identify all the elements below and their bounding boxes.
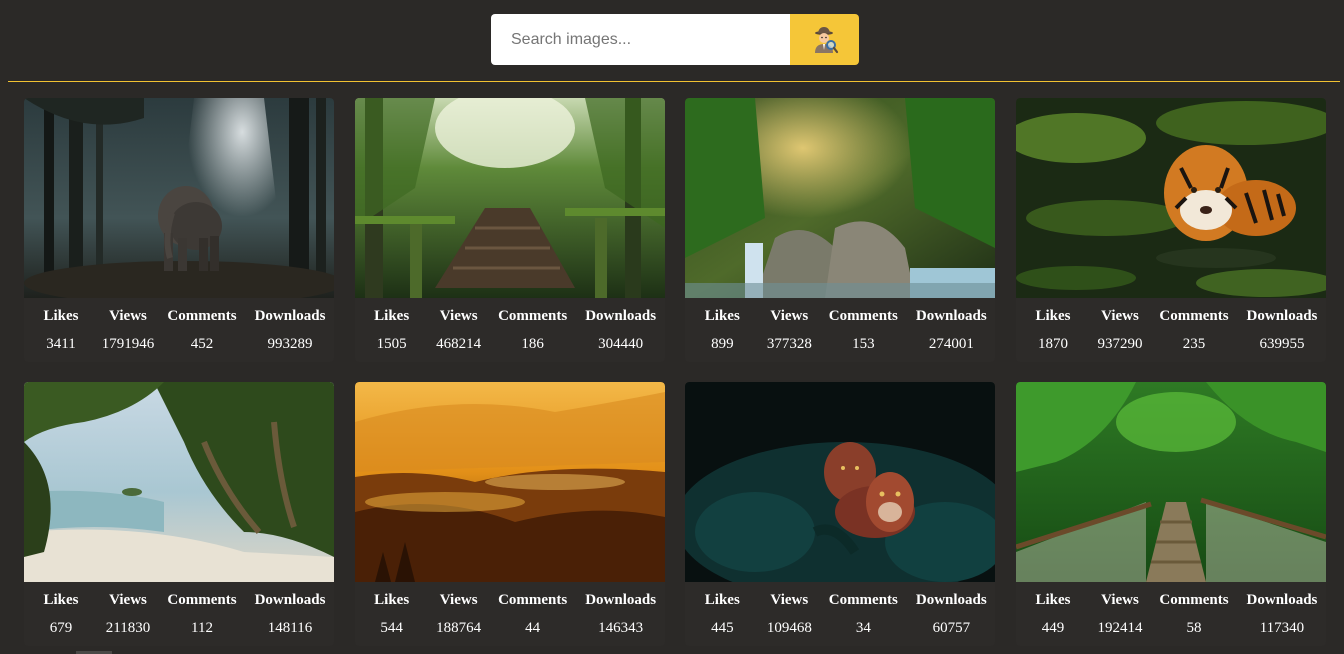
views-count: 937290 xyxy=(1097,336,1143,352)
views-label: Views xyxy=(109,592,147,608)
comments-label: Comments xyxy=(828,592,898,608)
comments-count: 235 xyxy=(1182,336,1206,352)
image-stats: Likes 449 Views 192414 Comments 58 Download… xyxy=(1016,582,1326,638)
likes-count: 899 xyxy=(711,336,734,352)
likes-count: 679 xyxy=(49,620,73,636)
image-stats: Likes 1505 Views 468214 Comments 186 Downlo… xyxy=(355,298,665,354)
comments-label: Comments xyxy=(167,592,237,608)
downloads-count: 639955 xyxy=(1259,336,1305,352)
comments-count: 44 xyxy=(525,620,541,636)
downloads-count: 274001 xyxy=(928,336,974,352)
image-card[interactable]: Likes 445 Views 109468 Comments 34 Download… xyxy=(685,382,996,646)
downloads-count: 60757 xyxy=(932,620,971,636)
downloads-label: Downloads xyxy=(254,308,326,324)
tiger-photo[interactable] xyxy=(1015,98,1326,298)
header xyxy=(8,0,1340,82)
likes-label: Likes xyxy=(1035,308,1071,324)
lionesses-photo[interactable] xyxy=(685,382,996,582)
likes-count: 449 xyxy=(1041,620,1065,636)
image-card[interactable]: Likes 899 Views 377328 Comments 153 Downloa… xyxy=(685,98,996,362)
downloads-label: Downloads xyxy=(915,308,987,324)
views-label: Views xyxy=(439,592,478,608)
image-stats: Likes 544 Views 188764 Comments 44 Download… xyxy=(355,582,665,638)
likes-label: Likes xyxy=(374,592,410,608)
comments-label: Comments xyxy=(1159,592,1229,608)
image-gallery: Likes 3411 Views 1791946 Comments 452 Downl… xyxy=(24,98,1326,646)
image-card[interactable]: Likes 679 Views 211830 Comments 112 Downloa… xyxy=(24,382,334,646)
downloads-label: Downloads xyxy=(1246,308,1318,324)
comments-count: 186 xyxy=(521,336,544,352)
downloads-count: 146343 xyxy=(598,620,644,636)
image-card[interactable]: Likes 3411 Views 1791946 Comments 452 Downl… xyxy=(24,98,334,362)
views-label: Views xyxy=(109,308,147,324)
downloads-label: Downloads xyxy=(585,308,657,324)
detective-search-icon xyxy=(814,26,838,53)
downloads-label: Downloads xyxy=(585,592,657,608)
likes-label: Likes xyxy=(704,308,740,324)
views-count: 377328 xyxy=(766,336,812,352)
views-label: Views xyxy=(439,308,478,324)
elephant-photo[interactable] xyxy=(24,98,334,298)
views-count: 1791946 xyxy=(101,336,155,352)
downloads-count: 304440 xyxy=(598,336,644,352)
comments-label: Comments xyxy=(828,308,898,324)
likes-label: Likes xyxy=(704,592,740,608)
image-stats: Likes 679 Views 211830 Comments 112 Downloa… xyxy=(24,582,334,638)
comments-label: Comments xyxy=(167,308,237,324)
views-count: 211830 xyxy=(105,620,151,636)
search-input[interactable] xyxy=(491,14,790,65)
likes-count: 1870 xyxy=(1037,336,1068,352)
search-button[interactable] xyxy=(790,14,859,65)
views-count: 109468 xyxy=(766,620,812,636)
comments-count: 34 xyxy=(855,620,871,636)
image-stats: Likes 445 Views 109468 Comments 34 Download… xyxy=(685,582,995,638)
golden-forest-photo[interactable] xyxy=(354,382,665,582)
views-count: 468214 xyxy=(436,336,482,352)
downloads-count: 148116 xyxy=(267,620,313,636)
comments-count: 153 xyxy=(852,336,875,352)
downloads-label: Downloads xyxy=(915,592,987,608)
downloads-label: Downloads xyxy=(1246,592,1318,608)
waterfall-photo[interactable] xyxy=(685,98,996,298)
forest-path-photo[interactable] xyxy=(354,98,665,298)
likes-count: 3411 xyxy=(46,336,76,352)
comments-label: Comments xyxy=(498,592,568,608)
likes-label: Likes xyxy=(43,592,79,608)
likes-count: 544 xyxy=(380,620,403,636)
comments-label: Comments xyxy=(498,308,568,324)
downloads-count: 993289 xyxy=(267,336,313,352)
image-stats: Likes 899 Views 377328 Comments 153 Downloa… xyxy=(685,298,995,354)
comments-count: 452 xyxy=(190,336,214,352)
views-label: Views xyxy=(770,592,809,608)
image-stats: Likes 1870 Views 937290 Comments 235 Downlo… xyxy=(1016,298,1326,354)
image-card[interactable]: Likes 1505 Views 468214 Comments 186 Downlo… xyxy=(354,98,665,362)
image-card[interactable]: Likes 1870 Views 937290 Comments 235 Downlo… xyxy=(1015,98,1326,362)
image-card[interactable]: Likes 544 Views 188764 Comments 44 Download… xyxy=(354,382,665,646)
views-count: 188764 xyxy=(436,620,482,636)
comments-count: 58 xyxy=(1186,620,1202,636)
search-form xyxy=(491,14,859,65)
views-label: Views xyxy=(1101,308,1139,324)
views-count: 192414 xyxy=(1097,620,1143,636)
comments-label: Comments xyxy=(1159,308,1229,324)
beach-photo[interactable] xyxy=(24,382,334,582)
likes-label: Likes xyxy=(43,308,79,324)
views-label: Views xyxy=(770,308,809,324)
likes-label: Likes xyxy=(1035,592,1071,608)
likes-count: 1505 xyxy=(376,336,407,352)
downloads-count: 117340 xyxy=(1259,620,1305,636)
comments-count: 112 xyxy=(191,620,213,636)
views-label: Views xyxy=(1101,592,1139,608)
image-stats: Likes 3411 Views 1791946 Comments 452 Downl… xyxy=(24,298,334,354)
likes-count: 445 xyxy=(711,620,734,636)
downloads-label: Downloads xyxy=(254,592,326,608)
rope-bridge-photo[interactable] xyxy=(1015,382,1326,582)
image-card[interactable]: Likes 449 Views 192414 Comments 58 Download… xyxy=(1015,382,1326,646)
likes-label: Likes xyxy=(374,308,410,324)
